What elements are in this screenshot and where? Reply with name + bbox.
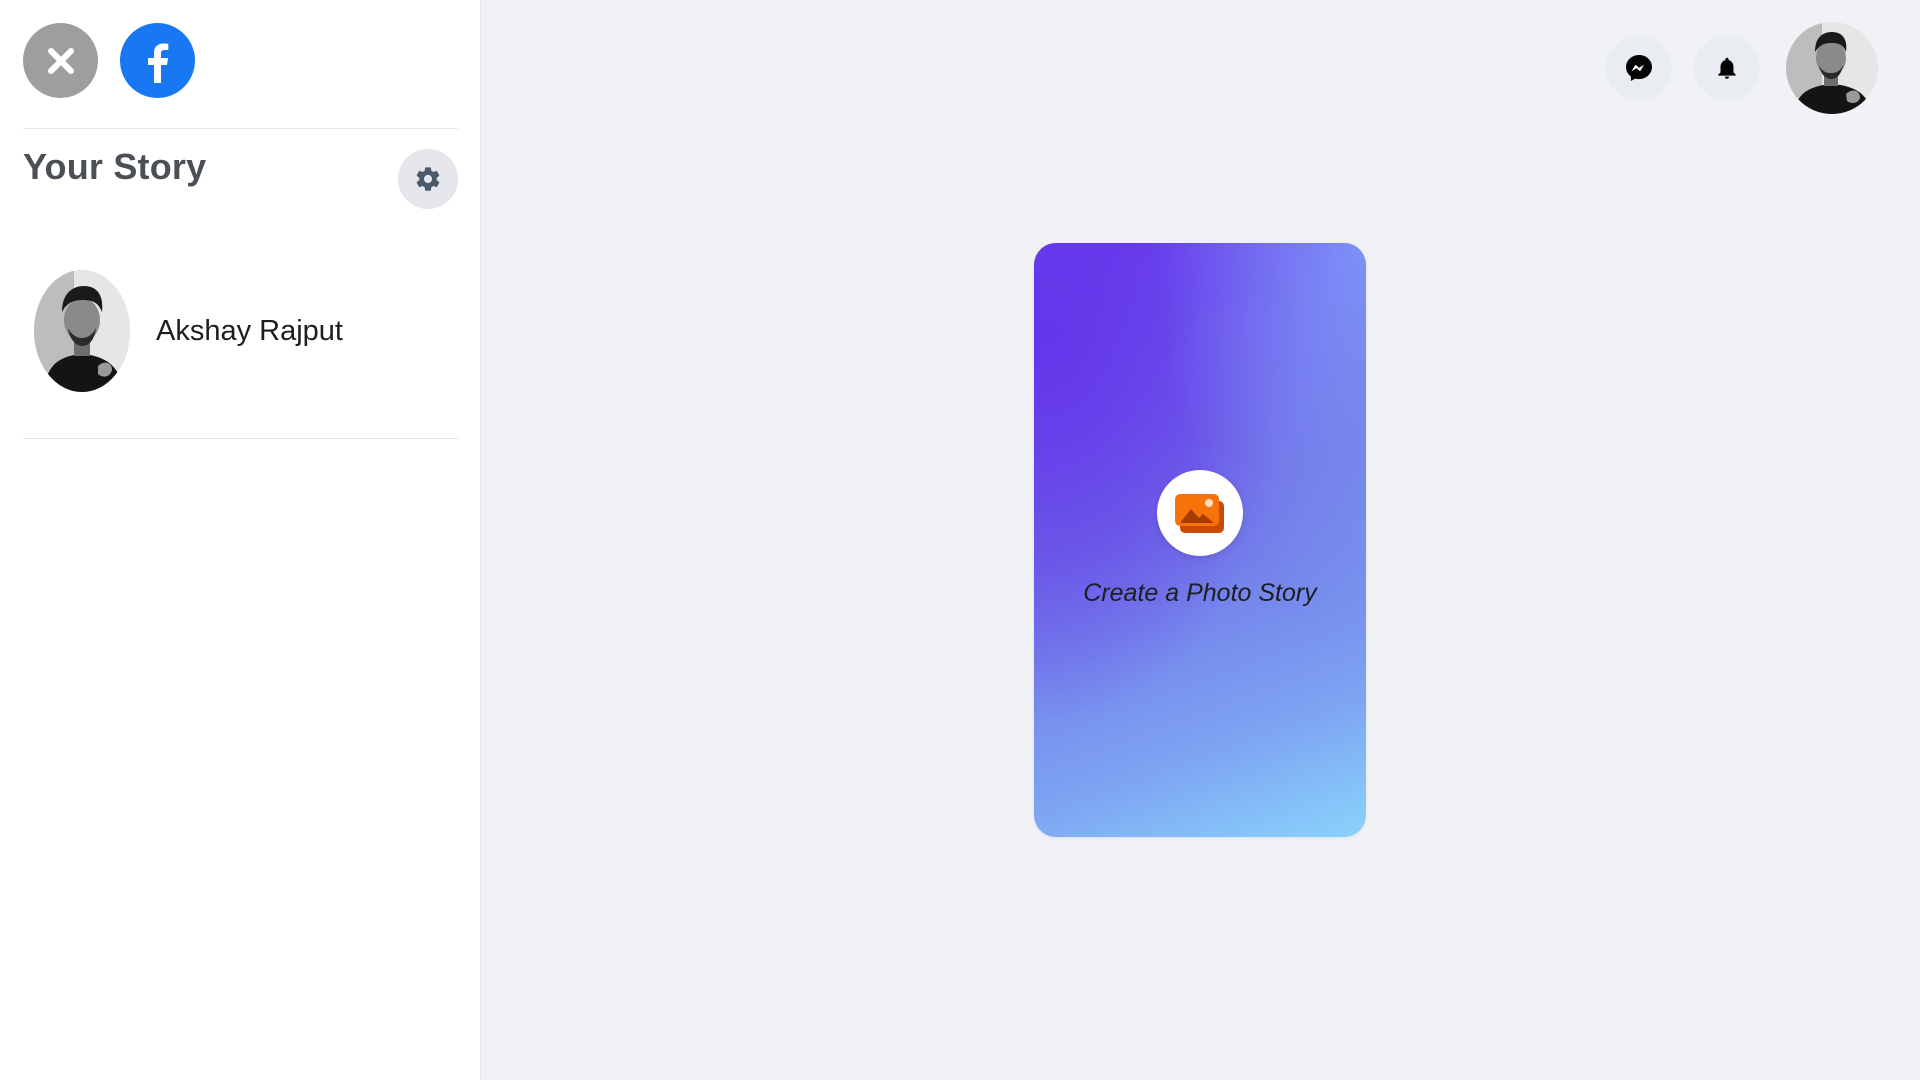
gear-icon <box>416 167 440 191</box>
top-right-controls <box>1606 22 1878 114</box>
notifications-button[interactable] <box>1694 35 1760 101</box>
story-sidebar: Your Story Akshay Rajput <box>0 0 480 1080</box>
avatar <box>1786 22 1878 114</box>
facebook-home-button[interactable] <box>120 23 195 98</box>
your-story-heading: Your Story <box>23 146 207 187</box>
person-photo-icon <box>34 270 130 392</box>
sidebar-divider <box>23 128 458 129</box>
close-button[interactable] <box>23 23 98 98</box>
avatar <box>34 270 130 392</box>
sidebar-divider <box>23 438 458 439</box>
facebook-logo-icon <box>147 43 168 83</box>
create-photo-story-card[interactable]: Create a Photo Story <box>1034 243 1366 837</box>
profile-name: Akshay Rajput <box>156 314 343 347</box>
photo-icon <box>1175 494 1224 533</box>
account-avatar-button[interactable] <box>1786 22 1878 114</box>
messenger-button[interactable] <box>1606 35 1672 101</box>
messenger-icon <box>1626 55 1652 81</box>
bell-icon <box>1718 57 1736 79</box>
create-photo-story-label: Create a Photo Story <box>1083 579 1317 607</box>
sidebar-header-buttons <box>23 23 195 98</box>
story-settings-button[interactable] <box>398 149 458 209</box>
profile-row[interactable]: Akshay Rajput <box>34 270 343 392</box>
close-icon <box>47 47 74 74</box>
photo-icon-badge <box>1157 470 1243 556</box>
